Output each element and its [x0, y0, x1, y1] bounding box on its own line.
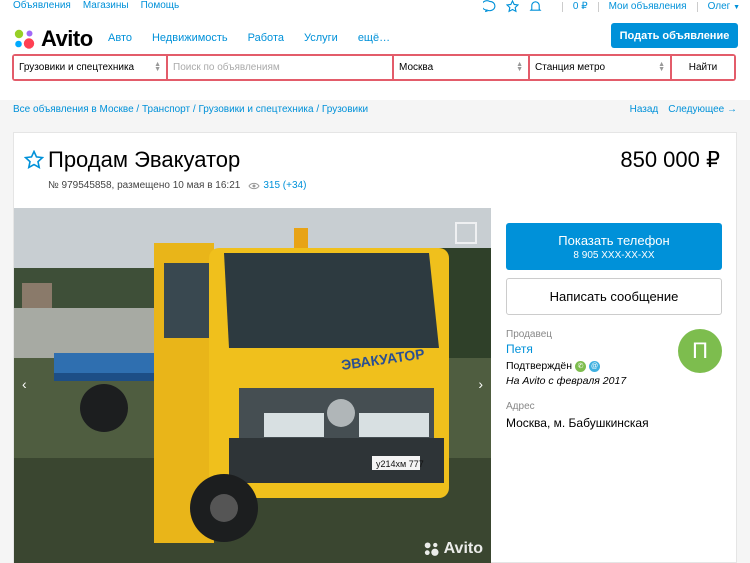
- favorite-star-icon[interactable]: [24, 150, 44, 170]
- header: Avito Авто Недвижимость Работа Услуги ещ…: [0, 14, 750, 100]
- views-counter[interactable]: 315 (+34): [248, 180, 306, 191]
- topbar-link-shops[interactable]: Магазины: [83, 0, 129, 11]
- show-phone-button[interactable]: Показать телефон 8 905 XXX-XX-XX: [506, 223, 722, 270]
- nav-item-more[interactable]: ещё…: [358, 32, 390, 44]
- seller-info: Продавец Петя Подтверждён ✆ @ На Avito с…: [506, 329, 722, 387]
- category-select[interactable]: Грузовики и спецтехника ▲ ▼: [14, 56, 166, 79]
- search-input[interactable]: Поиск по объявлениям: [168, 56, 392, 79]
- back-link[interactable]: Назад: [630, 104, 659, 115]
- wallet-balance[interactable]: 0 ₽: [573, 1, 588, 12]
- topbar-divider: [597, 1, 599, 12]
- next-link[interactable]: Следующее →: [668, 104, 737, 115]
- user-name: Олег: [707, 1, 731, 12]
- avito-logo-icon: [14, 29, 35, 49]
- nav-item-realty[interactable]: Недвижимость: [152, 32, 228, 44]
- address-value: Москва, м. Бабушкинская: [506, 416, 649, 430]
- topbar-link-ads[interactable]: Объявления: [13, 0, 71, 11]
- main-nav: Авто Недвижимость Работа Услуги ещё…: [108, 32, 390, 44]
- listing-title: Продам Эвакуатор: [48, 147, 241, 172]
- favorites-star-icon[interactable]: [505, 0, 519, 13]
- license-plate: у214хм 777: [376, 459, 424, 469]
- address-label: Адрес: [506, 401, 535, 412]
- search-button[interactable]: Найти: [672, 56, 734, 79]
- category-select-value: Грузовики и спецтехника: [19, 62, 135, 73]
- seller-since: На Avito с февраля 2017: [506, 375, 627, 387]
- show-phone-label: Показать телефон: [558, 232, 670, 248]
- chat-icon[interactable]: [482, 0, 496, 13]
- avito-logo[interactable]: Avito: [13, 26, 93, 52]
- search-input-placeholder: Поиск по объявлениям: [173, 62, 280, 73]
- user-menu[interactable]: Олег ▼: [708, 1, 740, 12]
- watermark-text: Avito: [443, 540, 483, 557]
- my-ads-link[interactable]: Мои объявления: [609, 1, 687, 12]
- email-verified-icon: @: [589, 360, 601, 372]
- metro-select-value: Станция метро: [535, 62, 606, 73]
- eye-icon: [248, 182, 260, 189]
- tow-truck-photo: у214хм 777 ЭВАКУАТОР: [14, 208, 491, 563]
- nav-item-jobs[interactable]: Работа: [248, 32, 284, 44]
- breadcrumb-item[interactable]: Транспорт: [142, 104, 190, 115]
- select-arrows-icon: ▲ ▼: [516, 61, 523, 73]
- metro-select[interactable]: Станция метро ▲ ▼: [530, 56, 670, 79]
- send-message-button[interactable]: Написать сообщение: [506, 278, 722, 315]
- city-select[interactable]: Москва ▲ ▼: [394, 56, 528, 79]
- nav-item-services[interactable]: Услуги: [304, 32, 338, 44]
- city-select-value: Москва: [399, 62, 434, 73]
- views-count: 315 (+34): [263, 180, 307, 191]
- listing-photo[interactable]: у214хм 777 ЭВАКУАТОР ‹ › Avito: [14, 208, 491, 563]
- fullscreen-icon[interactable]: [455, 222, 477, 244]
- topbar-divider: [561, 1, 563, 12]
- watermark-logo-icon: [424, 542, 439, 556]
- topbar-divider: [696, 1, 698, 12]
- notifications-icon[interactable]: [529, 0, 542, 13]
- breadcrumb: Все объявления в Москве / Транспорт / Гр…: [13, 104, 369, 115]
- listing-pager: Назад Следующее →: [630, 104, 737, 115]
- contact-panel: Показать телефон 8 905 XXX-XX-XX Написат…: [506, 223, 722, 430]
- listing-price: 850 000 ₽: [620, 147, 720, 172]
- topbar-link-help[interactable]: Помощь: [141, 0, 180, 11]
- chevron-down-icon: ▼: [733, 4, 740, 11]
- select-arrows-icon: ▲ ▼: [154, 61, 161, 73]
- logo-text: Avito: [41, 26, 93, 51]
- phone-verified-icon: ✆: [575, 360, 587, 372]
- address-block: Адрес Москва, м. Бабушкинская: [506, 401, 722, 430]
- breadcrumb-item[interactable]: Грузовики: [322, 104, 368, 115]
- select-arrows-icon: ▲ ▼: [658, 61, 665, 73]
- masked-phone: 8 905 XXX-XX-XX: [573, 249, 655, 261]
- post-ad-button[interactable]: Подать объявление: [611, 23, 738, 48]
- listing-meta: № 979545858, размещено 10 мая в 16:21 31…: [48, 180, 306, 191]
- breadcrumb-item[interactable]: Грузовики и спецтехника: [198, 104, 313, 115]
- listing-card: Продам Эвакуатор 850 000 ₽ № 979545858, …: [13, 132, 737, 563]
- confirmed-text: Подтверждён: [506, 360, 573, 372]
- avatar[interactable]: П: [678, 329, 722, 373]
- breadcrumb-item[interactable]: Все объявления в Москве: [13, 104, 134, 115]
- avito-watermark: Avito: [423, 540, 483, 558]
- photo-next-arrow[interactable]: ›: [478, 376, 483, 392]
- title-row: Продам Эвакуатор: [24, 147, 240, 173]
- nav-item-auto[interactable]: Авто: [108, 32, 132, 44]
- listing-id-date: № 979545858, размещено 10 мая в 16:21: [48, 180, 241, 191]
- top-bar: Объявления Магазины Помощь 0 ₽ Мои объяв…: [0, 0, 750, 14]
- photo-prev-arrow[interactable]: ‹: [22, 376, 27, 392]
- search-bar: Грузовики и спецтехника ▲ ▼ Поиск по объя…: [12, 54, 736, 81]
